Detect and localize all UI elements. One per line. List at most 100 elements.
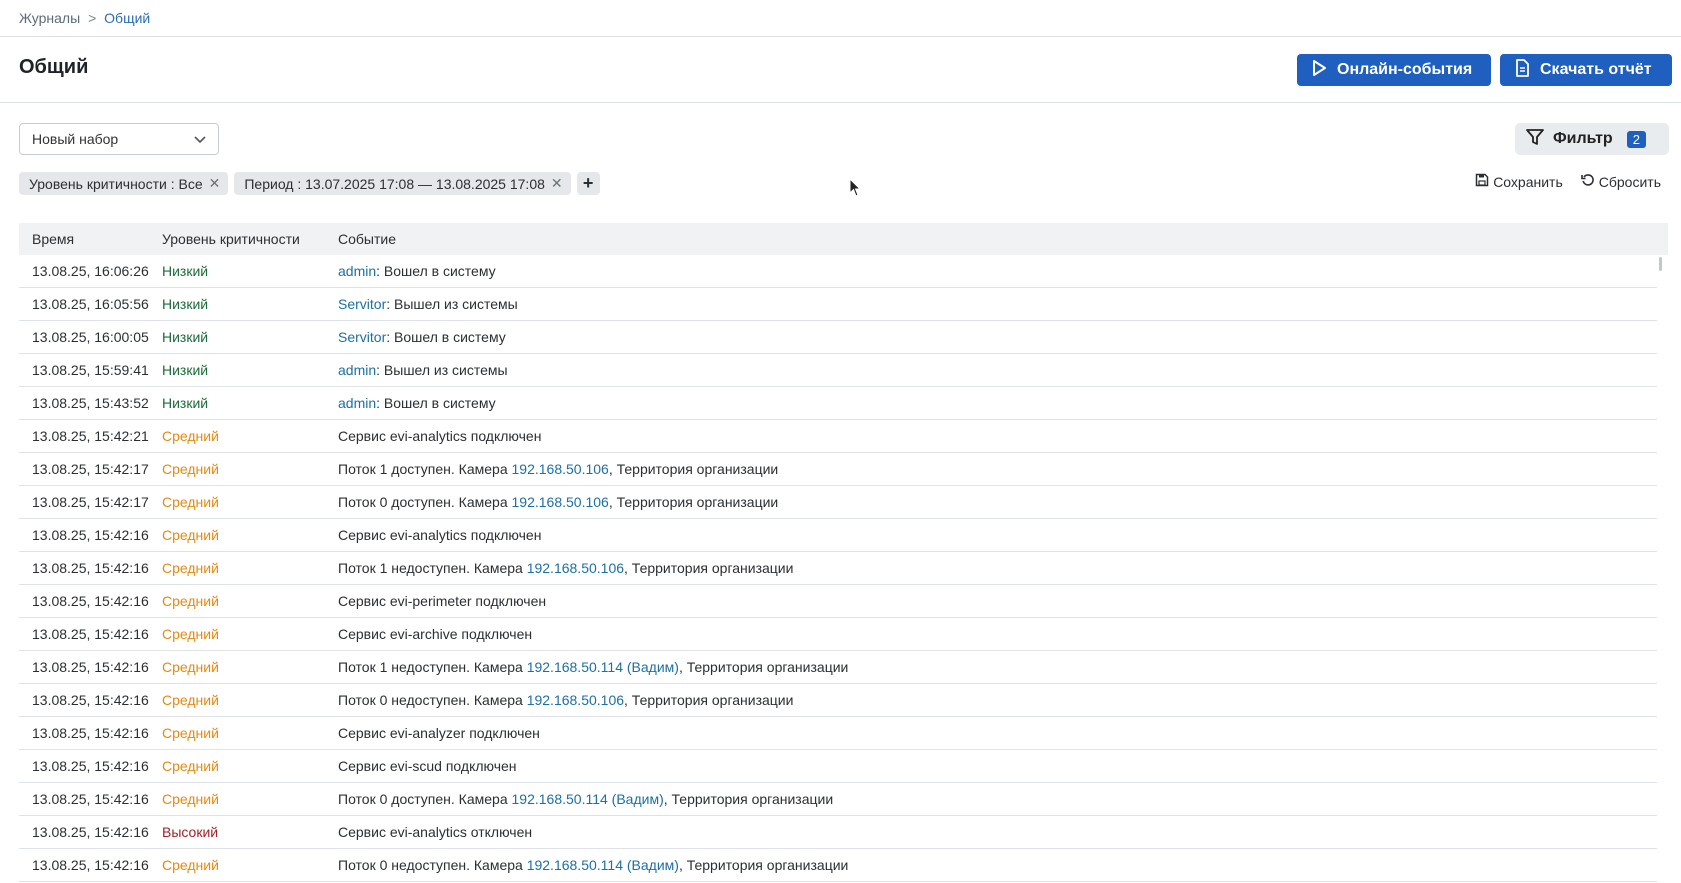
filter-button[interactable]: Фильтр 2 — [1515, 123, 1669, 155]
event-link[interactable]: Servitor — [338, 329, 386, 345]
divider — [0, 102, 1681, 103]
event-text: Поток 0 доступен. Камера — [338, 791, 512, 807]
cell-event: Сервис evi-analyzer подключен — [338, 725, 1657, 741]
cell-severity: Высокий — [162, 824, 219, 840]
table-row[interactable]: 13.08.25, 15:42:16 Средний Сервис evi-anal… — [19, 717, 1657, 750]
cell-severity: Низкий — [162, 329, 209, 345]
event-text: , Территория организации — [678, 857, 849, 873]
event-link[interactable]: 192.168.50.106 — [512, 461, 609, 477]
event-text: Поток 0 недоступен. Камера — [338, 692, 527, 708]
cell-time: 13.08.25, 15:42:16 — [32, 527, 149, 543]
event-link[interactable]: 192.168.50.114 (Вадим) — [512, 791, 664, 807]
event-link[interactable]: 192.168.50.106 — [527, 692, 624, 708]
event-text: , Территория организации — [678, 659, 849, 675]
cell-event: Поток 0 недоступен. Камера 192.168.50.10… — [338, 692, 1657, 708]
event-link[interactable]: admin — [338, 362, 376, 378]
table-row[interactable]: 13.08.25, 15:42:21 Средний Сервис evi-anal… — [19, 420, 1657, 453]
cell-event: Сервис evi-analytics отключен — [338, 824, 1657, 840]
event-link[interactable]: 192.168.50.106 — [527, 560, 624, 576]
table-row[interactable]: 13.08.25, 15:42:16 Средний Поток 1 недосту… — [19, 552, 1657, 585]
cell-event: Сервис evi-analytics подключен — [338, 527, 1657, 543]
cell-time: 13.08.25, 16:05:56 — [32, 296, 149, 312]
table-row[interactable]: 13.08.25, 15:42:16 Средний Поток 1 недосту… — [19, 651, 1657, 684]
cell-severity: Низкий — [162, 362, 209, 378]
online-events-button[interactable]: Онлайн-события — [1297, 54, 1491, 86]
event-text: : Вошел в систему — [386, 329, 506, 345]
event-text: , Территория организации — [663, 791, 834, 807]
table-row[interactable]: 13.08.25, 15:43:52 Низкий admin: Вошел в с… — [19, 387, 1657, 420]
cell-severity: Средний — [162, 758, 219, 774]
event-text: Сервис evi-scud подключен — [338, 758, 517, 774]
cell-event: Поток 1 недоступен. Камера 192.168.50.10… — [338, 560, 1657, 576]
preset-select-value: Новый набор — [32, 131, 119, 147]
filter-chip-label: Уровень критичности : Все — [29, 175, 203, 192]
download-report-button[interactable]: Скачать отчёт — [1500, 54, 1672, 86]
event-link[interactable]: 192.168.50.106 — [512, 494, 609, 510]
close-icon[interactable]: ✕ — [551, 175, 563, 192]
cell-severity: Средний — [162, 593, 219, 609]
breadcrumb-journals-link[interactable]: Журналы — [19, 10, 80, 26]
close-icon[interactable]: ✕ — [209, 175, 221, 192]
floppy-disk-icon — [1475, 173, 1489, 190]
chevron-right-icon: > — [88, 10, 97, 26]
table-row[interactable]: 13.08.25, 16:06:26 Низкий admin: Вошел в с… — [19, 255, 1657, 288]
cell-severity: Низкий — [162, 263, 209, 279]
reset-button[interactable]: Сбросить — [1580, 173, 1661, 190]
cell-severity: Средний — [162, 857, 219, 873]
event-text: Сервис evi-perimeter подключен — [338, 593, 547, 609]
table-row[interactable]: 13.08.25, 15:42:16 Средний Сервис evi-peri… — [19, 585, 1657, 618]
funnel-icon — [1525, 127, 1545, 152]
cell-severity: Средний — [162, 725, 219, 741]
table-row[interactable]: 13.08.25, 15:42:16 Средний Поток 0 недосту… — [19, 849, 1657, 882]
table-row[interactable]: 13.08.25, 15:42:17 Средний Поток 1 доступе… — [19, 453, 1657, 486]
event-link[interactable]: 192.168.50.114 (Вадим) — [527, 857, 679, 873]
cell-severity: Средний — [162, 527, 219, 543]
cell-time: 13.08.25, 15:42:16 — [32, 560, 149, 576]
table-row[interactable]: 13.08.25, 15:42:16 Высокий Сервис evi-anal… — [19, 816, 1657, 849]
cell-severity: Средний — [162, 626, 219, 642]
table-row[interactable]: 13.08.25, 15:42:17 Средний Поток 0 доступе… — [19, 486, 1657, 519]
cell-event: admin: Вышел из системы — [338, 362, 1657, 378]
filter-label: Фильтр — [1553, 130, 1613, 147]
add-filter-button[interactable]: + — [576, 172, 600, 195]
column-header-level[interactable]: Уровень критичности — [162, 231, 338, 247]
event-link[interactable]: admin — [338, 263, 376, 279]
table-row[interactable]: 13.08.25, 15:42:16 Средний Поток 0 недосту… — [19, 684, 1657, 717]
breadcrumb: Журналы > Общий — [19, 8, 150, 28]
cell-time: 13.08.25, 15:43:52 — [32, 395, 149, 411]
table-scrollbar[interactable] — [1659, 257, 1662, 271]
cell-event: Сервис evi-perimeter подключен — [338, 593, 1657, 609]
filter-count-badge: 2 — [1626, 130, 1646, 148]
event-text: , Территория организации — [624, 692, 794, 708]
cell-time: 13.08.25, 15:42:16 — [32, 659, 149, 675]
event-text: : Вошел в систему — [376, 395, 496, 411]
table-row[interactable]: 13.08.25, 15:59:41 Низкий admin: Вышел из … — [19, 354, 1657, 387]
chevron-down-icon — [194, 131, 206, 147]
table-row[interactable]: 13.08.25, 15:42:16 Средний Поток 0 доступе… — [19, 783, 1657, 816]
table-row[interactable]: 13.08.25, 15:42:16 Средний Сервис evi-arch… — [19, 618, 1657, 651]
filter-chip-period[interactable]: Период : 13.07.2025 17:08 — 13.08.2025 1… — [234, 172, 571, 195]
cell-time: 13.08.25, 16:06:26 — [32, 263, 149, 279]
event-link[interactable]: Servitor — [338, 296, 386, 312]
cell-event: admin: Вошел в систему — [338, 263, 1657, 279]
cell-severity: Средний — [162, 791, 219, 807]
event-link[interactable]: 192.168.50.114 (Вадим) — [527, 659, 679, 675]
event-text: Сервис evi-archive подключен — [338, 626, 533, 642]
table-header: Время Уровень критичности Событие — [19, 223, 1668, 255]
table-row[interactable]: 13.08.25, 15:42:16 Средний Сервис evi-anal… — [19, 519, 1657, 552]
table-row[interactable]: 13.08.25, 16:05:56 Низкий Servitor: Вышел … — [19, 288, 1657, 321]
event-link[interactable]: admin — [338, 395, 376, 411]
preset-select[interactable]: Новый набор — [19, 123, 219, 155]
play-icon — [1309, 58, 1329, 83]
reset-icon — [1580, 173, 1595, 190]
save-button[interactable]: Сохранить — [1475, 173, 1563, 190]
filter-chip-severity[interactable]: Уровень критичности : Все ✕ — [19, 172, 229, 195]
table-row[interactable]: 13.08.25, 15:42:16 Средний Сервис evi-scud… — [19, 750, 1657, 783]
divider — [0, 36, 1681, 37]
column-header-time[interactable]: Время — [19, 231, 162, 247]
event-text: Поток 1 недоступен. Камера — [338, 560, 527, 576]
column-header-event[interactable]: Событие — [338, 231, 1668, 247]
breadcrumb-current-link[interactable]: Общий — [104, 10, 150, 26]
event-text: , Территория организации — [608, 461, 779, 477]
table-row[interactable]: 13.08.25, 16:00:05 Низкий Servitor: Вошел … — [19, 321, 1657, 354]
